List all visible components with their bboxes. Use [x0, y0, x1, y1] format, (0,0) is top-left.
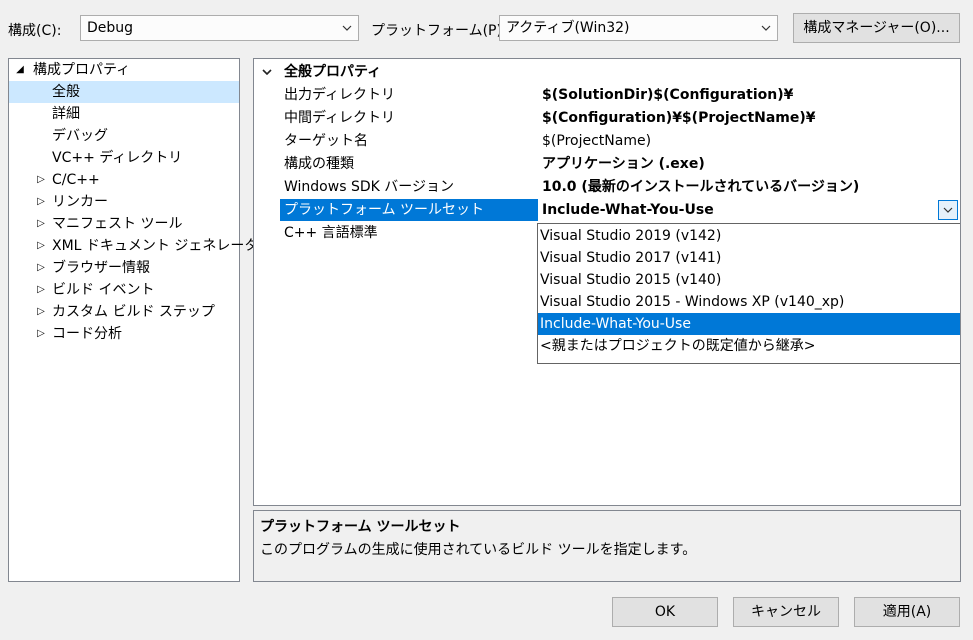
property-row[interactable]: 中間ディレクトリ $(Configuration)¥$(ProjectName)…: [254, 107, 960, 129]
chevron-down-icon[interactable]: [938, 200, 958, 220]
chevron-down-icon: [759, 16, 773, 40]
property-name: 中間ディレクトリ: [284, 110, 396, 126]
tree-item-advanced[interactable]: 詳細: [9, 103, 239, 125]
platform-combobox[interactable]: アクティブ(Win32): [499, 15, 778, 41]
config-label: 構成(C):: [8, 23, 62, 39]
description-title: プラットフォーム ツールセット: [260, 519, 461, 535]
triangle-right-icon[interactable]: ▷: [35, 213, 47, 235]
property-value[interactable]: $(SolutionDir)$(Configuration)¥: [538, 84, 960, 106]
tree-item-linker[interactable]: ▷ リンカー: [9, 191, 239, 213]
platform-value: アクティブ(Win32): [506, 20, 630, 36]
cancel-button[interactable]: キャンセル: [733, 597, 839, 627]
tree-item-label: ブラウザー情報: [52, 260, 150, 276]
chevron-down-icon[interactable]: [260, 61, 274, 83]
tree-item-label: マニフェスト ツール: [52, 216, 183, 232]
tree-item-label: ビルド イベント: [52, 282, 155, 298]
dropdown-option-selected[interactable]: Include-What-You-Use: [538, 313, 960, 335]
tree-item-label: VC++ ディレクトリ: [52, 150, 183, 166]
property-name: 構成の種類: [284, 156, 354, 172]
config-value: Debug: [87, 20, 134, 36]
dropdown-option[interactable]: Visual Studio 2017 (v141): [538, 247, 960, 269]
platform-toolset-dropdown-list[interactable]: Visual Studio 2019 (v142) Visual Studio …: [537, 223, 960, 364]
configuration-manager-button[interactable]: 構成マネージャー(O)...: [793, 13, 960, 43]
property-value[interactable]: 10.0 (最新のインストールされているバージョン): [538, 176, 960, 198]
property-row[interactable]: 出力ディレクトリ $(SolutionDir)$(Configuration)¥: [254, 84, 960, 106]
tree-root-label: 構成プロパティ: [33, 62, 131, 78]
property-grid[interactable]: 全般プロパティ 出力ディレクトリ $(SolutionDir)$(Configu…: [253, 58, 961, 506]
triangle-right-icon[interactable]: ▷: [35, 323, 47, 345]
property-name: C++ 言語標準: [284, 225, 378, 241]
property-name: プラットフォーム ツールセット: [280, 199, 538, 221]
category-general-properties[interactable]: 全般プロパティ: [254, 61, 960, 83]
triangle-right-icon[interactable]: ▷: [35, 279, 47, 301]
tree-item-label: 詳細: [52, 106, 80, 122]
tree-item-build-events[interactable]: ▷ ビルド イベント: [9, 279, 239, 301]
tree-item-code-analysis[interactable]: ▷ コード分析: [9, 323, 239, 345]
property-value[interactable]: アプリケーション (.exe): [538, 153, 960, 175]
description-text: このプログラムの生成に使用されているビルド ツールを指定します。: [260, 542, 697, 558]
tree-item-label: C/C++: [52, 172, 100, 188]
property-value[interactable]: $(ProjectName): [538, 130, 960, 152]
ok-button[interactable]: OK: [612, 597, 718, 627]
dropdown-option[interactable]: Visual Studio 2015 - Windows XP (v140_xp…: [538, 291, 960, 313]
property-row[interactable]: Windows SDK バージョン 10.0 (最新のインストールされているバー…: [254, 176, 960, 198]
property-row[interactable]: 構成の種類 アプリケーション (.exe): [254, 153, 960, 175]
tree-item-label: カスタム ビルド ステップ: [52, 304, 215, 320]
dropdown-option[interactable]: <親またはプロジェクトの既定値から継承>: [538, 335, 960, 357]
platform-label: プラットフォーム(P):: [371, 23, 507, 39]
config-combobox[interactable]: Debug: [80, 15, 359, 41]
triangle-down-icon[interactable]: ◢: [14, 59, 26, 81]
property-row[interactable]: ターゲット名 $(ProjectName): [254, 130, 960, 152]
tree-item-browse-information[interactable]: ▷ ブラウザー情報: [9, 257, 239, 279]
triangle-right-icon[interactable]: ▷: [35, 191, 47, 213]
dropdown-option[interactable]: Visual Studio 2019 (v142): [538, 225, 960, 247]
tree-item-label: XML ドキュメント ジェネレーター: [52, 238, 273, 254]
property-row-platform-toolset[interactable]: プラットフォーム ツールセット Include-What-You-Use: [254, 199, 960, 221]
property-tree[interactable]: ◢ 構成プロパティ 全般 詳細 デバッグ VC++ ディレクトリ ▷ C/C++…: [8, 58, 272, 582]
property-name: Windows SDK バージョン: [284, 179, 454, 195]
tree-item-general[interactable]: 全般: [9, 81, 239, 103]
tree-item-label: 全般: [52, 84, 80, 100]
property-value: Include-What-You-Use: [542, 202, 714, 218]
tree-item-label: デバッグ: [52, 128, 108, 144]
property-name: 出力ディレクトリ: [284, 87, 396, 103]
tree-item-custom-build-step[interactable]: ▷ カスタム ビルド ステップ: [9, 301, 239, 323]
property-value[interactable]: $(Configuration)¥$(ProjectName)¥: [538, 107, 960, 129]
apply-button[interactable]: 適用(A): [854, 597, 960, 627]
property-value-editor[interactable]: Include-What-You-Use: [538, 199, 960, 221]
triangle-right-icon[interactable]: ▷: [35, 235, 47, 257]
property-name: ターゲット名: [284, 133, 368, 149]
tree-item-label: リンカー: [52, 194, 108, 210]
triangle-right-icon[interactable]: ▷: [35, 169, 47, 191]
tree-item-xml-document-generator[interactable]: ▷ XML ドキュメント ジェネレーター: [9, 235, 272, 257]
tree-item-manifest-tool[interactable]: ▷ マニフェスト ツール: [9, 213, 239, 235]
tree-item-configuration-properties[interactable]: ◢ 構成プロパティ: [9, 59, 239, 81]
chevron-down-icon: [340, 16, 354, 40]
dropdown-option[interactable]: Visual Studio 2015 (v140): [538, 269, 960, 291]
tree-item-debugging[interactable]: デバッグ: [9, 125, 239, 147]
triangle-right-icon[interactable]: ▷: [35, 301, 47, 323]
description-panel: プラットフォーム ツールセット このプログラムの生成に使用されているビルド ツー…: [253, 510, 961, 582]
tree-item-label: コード分析: [52, 326, 122, 342]
tree-item-c-cpp[interactable]: ▷ C/C++: [9, 169, 239, 191]
tree-item-vc-directories[interactable]: VC++ ディレクトリ: [9, 147, 239, 169]
triangle-right-icon[interactable]: ▷: [35, 257, 47, 279]
category-title: 全般プロパティ: [284, 64, 382, 80]
